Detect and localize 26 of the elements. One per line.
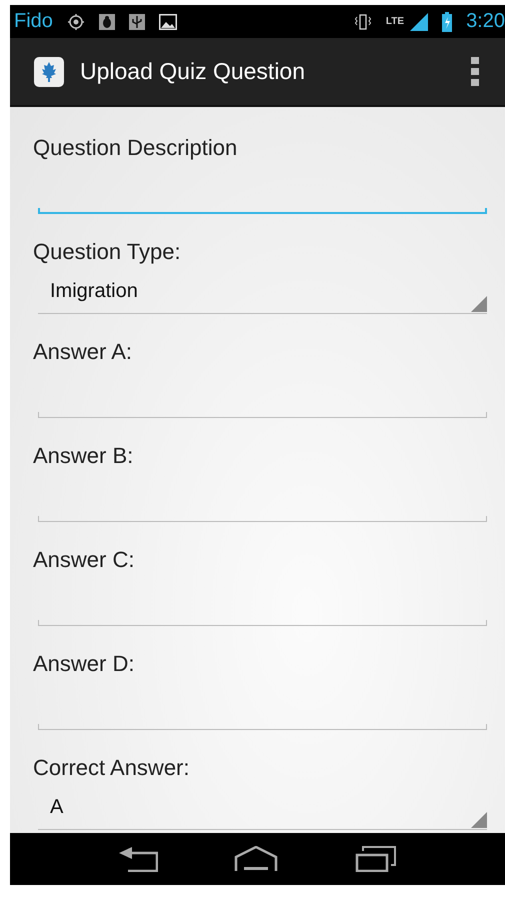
usb-icon [128,14,145,30]
maple-leaf-icon[interactable] [34,56,64,86]
clock-time: 3:20 [466,10,505,33]
dropdown-field[interactable]: A [38,786,487,830]
back-icon[interactable] [118,846,158,872]
image-icon [158,14,177,30]
overflow-menu-icon[interactable] [471,56,479,86]
field-label: Question Type: [33,238,182,266]
field-label: Answer D: [33,650,136,678]
field-label: Question Description [33,134,238,162]
carrier-name: Fido [14,10,53,33]
field-label: Answer B: [33,442,134,470]
vibrate-icon [354,12,372,30]
network-type: LTE [386,16,404,27]
screen-title: Upload Quiz Question [80,58,306,85]
signal-icon [410,12,428,30]
field-label: Answer C: [33,546,136,574]
field-label: Answer A: [33,338,134,366]
location-icon [66,12,85,30]
battery-icon [442,12,452,32]
dropdown-field[interactable]: Imigration [38,270,487,314]
dropdown-corner-icon [471,296,487,312]
home-icon[interactable] [234,846,278,872]
dropdown-corner-icon [471,812,487,828]
field-label: Correct Answer: [33,754,190,782]
recent-apps-icon[interactable] [354,846,397,872]
